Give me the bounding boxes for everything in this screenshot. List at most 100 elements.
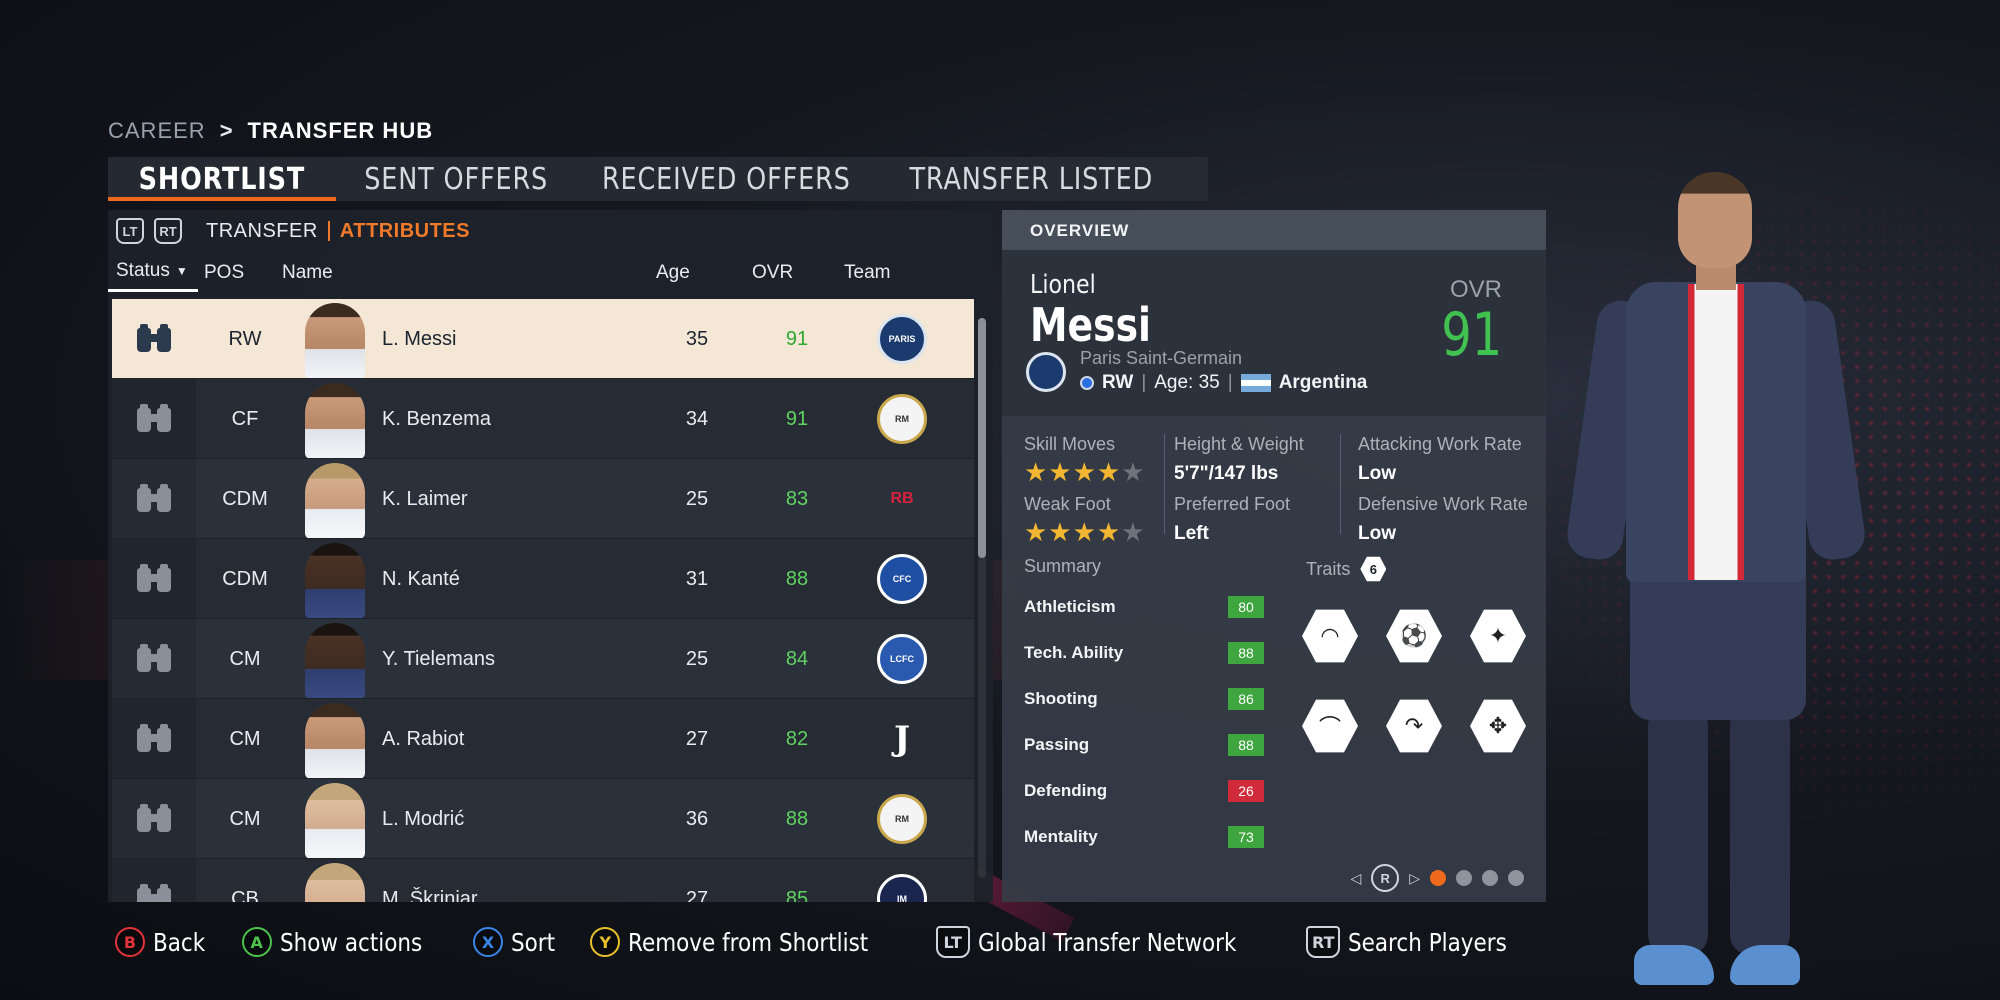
binoculars-icon — [137, 804, 171, 834]
player-attributes: Skill Moves ★★★★★ Weak Foot ★★★★★ Height… — [1002, 416, 1546, 546]
table-row[interactable]: RW L. Messi 35 91 PARIS — [112, 298, 974, 379]
summary-value: 86 — [1228, 688, 1264, 710]
rt-button-icon: RT — [1306, 926, 1341, 958]
player-age: 27 — [685, 887, 709, 903]
table-row[interactable]: CM L. Modrić 36 88 RM — [112, 778, 974, 859]
summary-section: Summary Athleticism 80 Tech. Ability 88 Sh… — [1002, 546, 1546, 848]
sort-caret-icon: ▼ — [175, 263, 188, 278]
divider — [1164, 434, 1165, 534]
real-madrid-crest-icon: RM — [877, 794, 927, 844]
team-crest: PARIS — [852, 299, 952, 379]
lt-button-icon[interactable]: LT — [116, 218, 144, 244]
team-crest: RM — [852, 379, 952, 459]
player-nationality: Argentina — [1278, 372, 1368, 393]
player-portrait — [294, 299, 376, 379]
summary-value: 88 — [1228, 734, 1264, 756]
team-crest: CFC — [852, 539, 952, 619]
global-transfer-network-button[interactable]: LT Global Transfer Network — [935, 926, 1279, 958]
chelsea-crest-icon: CFC — [877, 554, 927, 604]
table-row[interactable]: CDM K. Laimer 25 83 RB — [112, 458, 974, 539]
remove-from-shortlist-button[interactable]: Y Remove from Shortlist — [590, 927, 907, 957]
player-portrait — [294, 859, 376, 902]
player-ovr: 82 — [785, 727, 809, 750]
subtab-attributes[interactable]: ATTRIBUTES — [340, 220, 470, 243]
player-name: K. Laimer — [382, 487, 468, 510]
player-age: 34 — [685, 407, 709, 430]
player-age: 31 — [685, 567, 709, 590]
status-cell — [112, 379, 196, 459]
page-dot[interactable] — [1508, 870, 1524, 886]
status-cell — [112, 699, 196, 779]
right-stick-button[interactable]: R — [1371, 864, 1400, 892]
a-button-icon: A — [241, 927, 272, 957]
binoculars-icon — [137, 324, 171, 354]
trait-outside-foot-icon[interactable]: ↷ — [1386, 699, 1442, 753]
breadcrumb-career[interactable]: CAREER — [108, 118, 206, 144]
player-portrait — [294, 779, 376, 859]
player-list: RW L. Messi 35 91 PARIS CF K. Benzema 34… — [112, 298, 974, 902]
breadcrumb: CAREER > TRANSFER HUB — [108, 118, 433, 144]
player-meta: RW | Age: 35 | Argentina — [1080, 372, 1367, 394]
table-row[interactable]: CM A. Rabiot 27 82 J — [112, 698, 974, 779]
team-crest: LCFC — [852, 619, 952, 699]
summary-title: Summary — [1024, 556, 1102, 576]
player-ovr: 85 — [785, 887, 809, 903]
tab-shortlist[interactable]: SHORTLIST — [108, 157, 336, 201]
tab-transfer-listed[interactable]: TRANSFER LISTED — [876, 157, 1186, 201]
traits-title: Traits 6 — [1306, 556, 1387, 582]
skill-moves-stars-icon: ★★★★★ — [1024, 457, 1146, 487]
tab-received-offers[interactable]: RECEIVED OFFERS — [576, 157, 876, 201]
trait-flair-icon[interactable]: ✦ — [1470, 609, 1526, 663]
weak-foot-stars-icon: ★★★★★ — [1024, 517, 1146, 547]
status-cell — [112, 539, 196, 619]
page-dot[interactable] — [1482, 870, 1498, 886]
page-dot[interactable] — [1456, 870, 1472, 886]
page-dot[interactable] — [1430, 870, 1446, 886]
column-header-status[interactable]: Status ▼ — [108, 252, 198, 292]
column-header-team[interactable]: Team — [844, 262, 890, 284]
status-cell — [112, 859, 196, 902]
back-button[interactable]: B Back — [115, 927, 214, 957]
tab-sent-offers[interactable]: SENT OFFERS — [336, 157, 576, 201]
team-crest: RM — [852, 779, 952, 859]
column-header-ovr[interactable]: OVR — [752, 262, 793, 284]
summary-row: Tech. Ability 88 — [1024, 640, 1264, 666]
subtab-transfer[interactable]: TRANSFER — [206, 220, 318, 243]
column-header-age[interactable]: Age — [656, 262, 690, 284]
meta-separator: | — [1227, 372, 1233, 393]
shortlist-panel: LT RT TRANSFER ATTRIBUTES Status ▼ POS Na… — [108, 210, 993, 902]
trait-finesse-shot-icon[interactable]: ◠ — [1302, 609, 1358, 663]
chevron-right-icon: > — [219, 118, 234, 143]
trait-power-header-icon[interactable]: ⚽ — [1386, 609, 1442, 663]
list-scrollbar[interactable] — [978, 318, 986, 878]
scrollbar-thumb[interactable] — [978, 318, 986, 558]
binoculars-icon — [137, 404, 171, 434]
player-age: 25 — [685, 487, 709, 510]
overview-header: OVERVIEW — [1002, 210, 1546, 250]
trait-chip-shot-icon[interactable]: ⌒ — [1302, 699, 1358, 753]
subtab-divider — [327, 221, 330, 241]
team-crest: IM — [852, 859, 952, 902]
table-row[interactable]: CM Y. Tielemans 25 84 LCFC — [112, 618, 974, 699]
summary-value: 80 — [1228, 596, 1264, 618]
rt-button-icon[interactable]: RT — [154, 218, 182, 244]
attacking-work-rate: Attacking Work Rate Low — [1358, 434, 1522, 484]
trait-playmaker-icon[interactable]: ✥ — [1470, 699, 1526, 753]
column-header-pos[interactable]: POS — [204, 262, 244, 284]
status-cell — [112, 299, 196, 379]
summary-row: Passing 88 — [1024, 732, 1264, 758]
show-actions-button[interactable]: A Show actions — [241, 927, 445, 957]
player-club: Paris Saint-Germain — [1080, 348, 1243, 368]
player-position: CF — [231, 407, 259, 430]
column-header-name[interactable]: Name — [282, 262, 333, 284]
table-row[interactable]: CF K. Benzema 34 91 RM — [112, 378, 974, 459]
team-crest: RB — [852, 459, 952, 539]
binoculars-icon — [137, 884, 171, 902]
search-players-button[interactable]: RT Search Players — [1306, 926, 1533, 958]
table-row[interactable]: CDM N. Kanté 31 88 CFC — [112, 538, 974, 619]
rb-leipzig-crest-icon: RB — [890, 490, 914, 507]
player-age: 36 — [685, 807, 709, 830]
player-position: CM — [229, 807, 261, 830]
table-row[interactable]: CB M. Škriniar 27 85 IM — [112, 858, 974, 902]
sort-button[interactable]: X Sort — [473, 927, 562, 957]
